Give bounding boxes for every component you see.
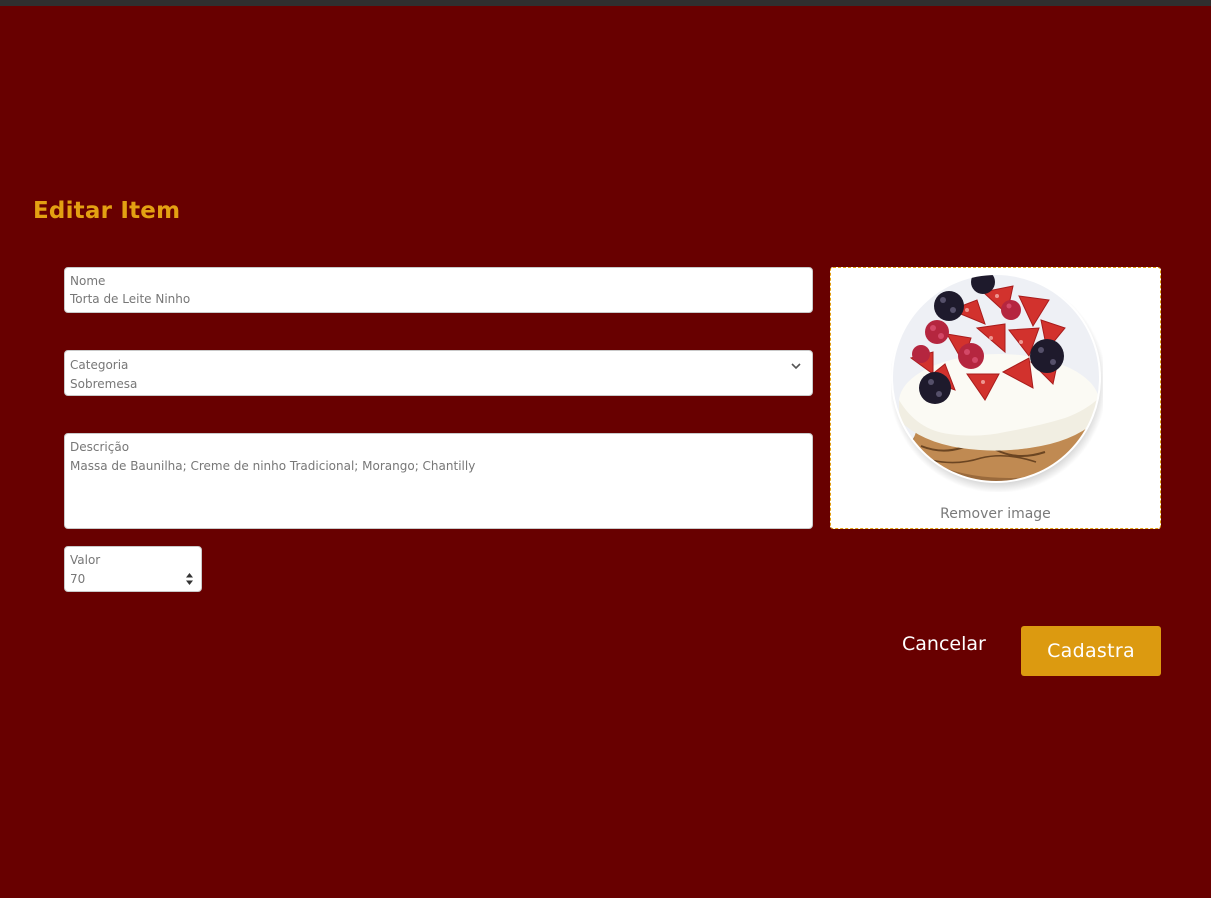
cancel-button[interactable]: Cancelar — [902, 633, 986, 655]
categoria-label: Categoria — [70, 358, 129, 372]
valor-value[interactable]: 70 — [70, 572, 85, 586]
valor-label: Valor — [70, 553, 101, 567]
window-top-strip — [0, 0, 1211, 6]
submit-button[interactable]: Cadastra — [1021, 626, 1161, 676]
descricao-value[interactable]: Massa de Baunilha; Creme de ninho Tradic… — [70, 459, 475, 473]
nome-input[interactable]: Nome Torta de Leite Ninho — [64, 267, 813, 313]
dish-photo — [891, 273, 1103, 492]
categoria-select[interactable]: Categoria Sobremesa — [64, 350, 813, 396]
image-upload-area[interactable]: Remover image — [830, 267, 1161, 529]
valor-input[interactable]: Valor 70 — [64, 546, 202, 592]
categoria-value[interactable]: Sobremesa — [70, 377, 137, 391]
descricao-textarea[interactable]: Descrição Massa de Baunilha; Creme de ni… — [64, 433, 813, 529]
nome-label: Nome — [70, 274, 106, 288]
remove-image-button[interactable]: Remover image — [831, 506, 1160, 522]
page-title: Editar Item — [33, 198, 181, 224]
descricao-label: Descrição — [70, 440, 130, 454]
number-stepper-icon[interactable] — [185, 571, 194, 587]
chevron-down-icon[interactable] — [790, 360, 802, 372]
nome-value[interactable]: Torta de Leite Ninho — [70, 292, 190, 306]
